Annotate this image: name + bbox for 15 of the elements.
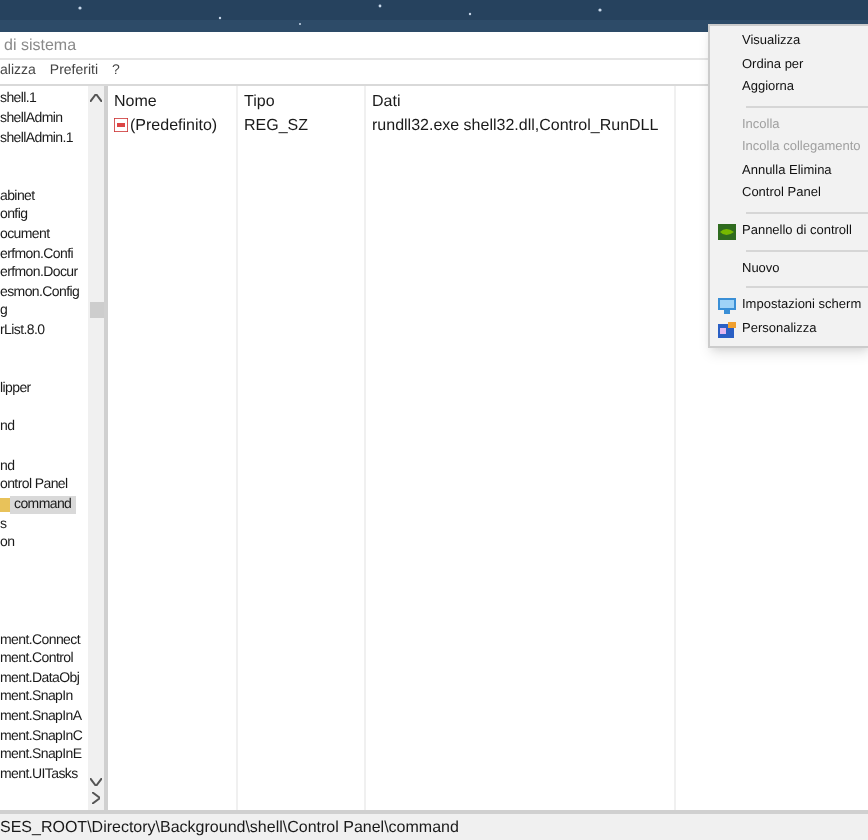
table-cell-text: REG_SZ <box>244 114 311 136</box>
table-cell-text: rundll32.exe shell32.dll,Control_RunDLL <box>372 114 661 136</box>
scroll-thumb[interactable] <box>89 302 103 318</box>
monitor-icon <box>717 298 735 315</box>
status-bar-path: SES_ROOT\Directory\Background\shell\Control Panel\command <box>0 815 459 839</box>
column-header[interactable]: Dati <box>372 90 674 114</box>
column-header[interactable]: Tipo <box>244 90 364 114</box>
window-title: di sistema <box>4 33 77 57</box>
folder-icon <box>0 497 10 512</box>
table-cell: (Predefinito) <box>130 113 218 137</box>
scrollbar[interactable] <box>88 86 104 810</box>
paint-window-icon <box>717 321 735 338</box>
column-header[interactable]: Nome <box>114 90 236 114</box>
string-value-icon <box>114 118 128 132</box>
chip-logo-icon <box>717 223 735 240</box>
